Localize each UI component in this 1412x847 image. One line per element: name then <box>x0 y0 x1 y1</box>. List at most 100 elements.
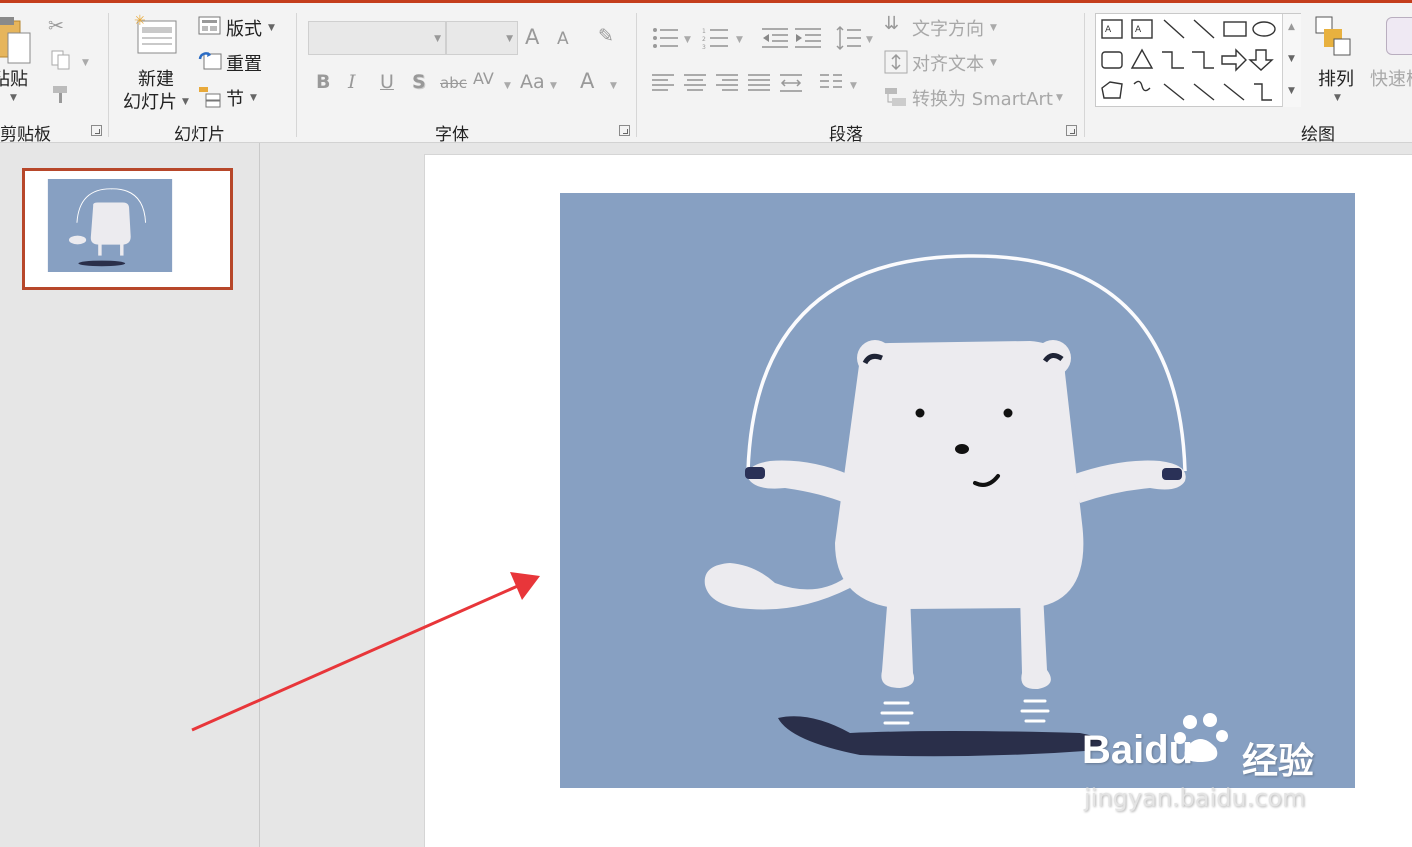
quick-styles-label: 快速样 <box>1370 69 1412 90</box>
svg-text:A: A <box>1135 25 1142 35</box>
quick-styles-icon <box>1386 17 1412 55</box>
text-shadow-icon[interactable]: S <box>412 71 426 93</box>
bullets-dropdown-icon[interactable]: ▼ <box>684 35 691 45</box>
paste-dropdown-icon[interactable]: ▼ <box>10 93 17 103</box>
arrange-button[interactable]: 排列 ▼ <box>1310 13 1362 109</box>
strikethrough-icon[interactable]: abc <box>440 74 467 92</box>
bold-icon[interactable]: B <box>316 71 330 93</box>
gallery-more-icon[interactable]: ▼ <box>1288 86 1295 96</box>
paste-icon <box>0 17 31 64</box>
align-center-icon[interactable] <box>684 73 708 93</box>
line-spacing-icon[interactable] <box>836 25 862 51</box>
svg-text:✳: ✳ <box>134 13 146 29</box>
underline-icon[interactable]: U <box>380 71 394 93</box>
character-spacing-dropdown-icon[interactable]: ▼ <box>504 81 511 91</box>
drawing-group-label: 绘图 <box>1301 125 1335 145</box>
distributed-icon[interactable] <box>780 73 804 95</box>
red-arrow-annotation <box>191 572 540 732</box>
baidu-watermark: Baidu 经验 jingyan.baidu.com <box>1082 700 1412 820</box>
character-spacing-icon[interactable]: AV <box>473 69 494 88</box>
copy-icon[interactable] <box>50 49 72 71</box>
svg-text:2: 2 <box>702 36 706 43</box>
numbering-icon[interactable]: 1 2 3 <box>702 27 730 49</box>
paste-button[interactable]: 粘贴 ▼ <box>0 13 40 105</box>
layout-icon <box>198 16 221 35</box>
increase-indent-icon[interactable] <box>795 27 821 49</box>
new-slide-dropdown-icon[interactable]: ▼ <box>182 97 189 107</box>
section-dropdown-icon: ▼ <box>250 93 257 103</box>
separator <box>1084 13 1085 137</box>
arrange-dropdown-icon: ▼ <box>1334 93 1341 103</box>
line-spacing-dropdown-icon[interactable]: ▼ <box>866 35 873 45</box>
quick-styles-button[interactable]: 快速样 <box>1366 13 1412 109</box>
shapes-gallery[interactable]: A A ▲ ▼ ▼ <box>1095 13 1301 107</box>
align-text-dropdown-icon: ▼ <box>990 58 997 68</box>
layout-label: 版式 <box>226 19 262 40</box>
reset-button[interactable]: 重置 <box>198 48 268 76</box>
clipboard-launcher-icon[interactable] <box>91 125 102 136</box>
columns-dropdown-icon[interactable]: ▼ <box>850 81 857 91</box>
columns-icon[interactable] <box>820 73 844 93</box>
paw-logo-icon <box>1174 713 1228 762</box>
reset-icon <box>198 52 222 70</box>
new-slide-button[interactable]: ✳ 新建 幻灯片 ▼ <box>118 11 194 113</box>
grow-font-icon[interactable]: A <box>525 25 539 49</box>
section-label: 节 <box>226 89 244 110</box>
align-right-icon[interactable] <box>716 73 740 93</box>
text-direction-icon: ⇊ <box>884 13 900 34</box>
layout-dropdown-icon: ▼ <box>268 23 275 33</box>
change-case-dropdown-icon[interactable]: ▼ <box>550 81 557 91</box>
cut-icon[interactable]: ✂ <box>48 15 64 37</box>
font-size-combo[interactable]: ▼ <box>446 21 518 55</box>
font-size-dropdown-icon[interactable]: ▼ <box>506 34 513 44</box>
align-left-icon[interactable] <box>652 73 676 93</box>
copy-dropdown-icon[interactable]: ▼ <box>82 58 89 68</box>
convert-smartart-dropdown-icon: ▼ <box>1056 93 1063 103</box>
paragraph-group-label: 段落 <box>829 125 863 145</box>
paragraph-launcher-icon[interactable] <box>1066 125 1077 136</box>
align-text-label: 对齐文本 <box>912 54 984 75</box>
gallery-up-icon[interactable]: ▲ <box>1288 22 1295 32</box>
text-direction-dropdown-icon: ▼ <box>990 23 997 33</box>
separator <box>636 13 637 137</box>
separator <box>296 13 297 137</box>
slide-thumbnail-1[interactable] <box>22 168 233 290</box>
svg-text:A: A <box>1105 25 1112 35</box>
italic-icon[interactable]: I <box>348 71 356 93</box>
font-name-dropdown-icon[interactable]: ▼ <box>434 34 441 44</box>
arrange-icon <box>1315 16 1351 56</box>
change-case-icon[interactable]: Aa <box>520 71 545 93</box>
convert-smartart-button[interactable]: 转换为 SmartArt ▼ <box>884 83 1068 111</box>
svg-text:1: 1 <box>702 28 706 35</box>
clear-formatting-icon[interactable]: ✎ <box>598 25 614 47</box>
font-launcher-icon[interactable] <box>619 125 630 136</box>
section-button[interactable]: 节 ▼ <box>198 83 268 111</box>
gallery-scroll[interactable]: ▲ ▼ ▼ <box>1282 14 1301 107</box>
layout-button[interactable]: 版式 ▼ <box>198 13 282 41</box>
bear-jump-rope-image[interactable] <box>560 193 1355 788</box>
shapes-gallery-icons: A A <box>1101 19 1276 101</box>
section-icon <box>199 87 221 108</box>
slides-group-label: 幻灯片 <box>174 125 225 145</box>
bullets-icon[interactable] <box>652 27 680 49</box>
font-name-combo[interactable]: ▼ <box>308 21 446 55</box>
gallery-down-icon[interactable]: ▼ <box>1288 54 1295 64</box>
powerpoint-window: 粘贴 ▼ ✂ ▼ 剪贴板 ✳ 新建 幻灯片 ▼ 版式 ▼ 重置 节 ▼ 幻灯片 … <box>0 0 1412 847</box>
watermark-brand-suffix: 经验 <box>1242 741 1315 782</box>
convert-smartart-label: 转换为 SmartArt <box>912 89 1053 110</box>
align-text-button[interactable]: 对齐文本 ▼ <box>884 48 1004 76</box>
font-group-label: 字体 <box>435 125 469 145</box>
separator <box>108 13 109 137</box>
decrease-indent-icon[interactable] <box>762 27 788 49</box>
text-direction-button[interactable]: ⇊ 文字方向 ▼ <box>884 13 1004 41</box>
font-color-dropdown-icon[interactable]: ▼ <box>610 81 617 91</box>
clipboard-group-label: 剪贴板 <box>0 125 51 145</box>
numbering-dropdown-icon[interactable]: ▼ <box>736 35 743 45</box>
justify-icon[interactable] <box>748 73 772 93</box>
svg-text:3: 3 <box>702 44 706 49</box>
shrink-font-icon[interactable]: A <box>557 29 569 49</box>
font-color-icon[interactable]: A <box>580 69 594 93</box>
paste-label: 粘贴 <box>0 69 28 90</box>
format-painter-icon[interactable] <box>50 83 72 105</box>
text-direction-label: 文字方向 <box>912 19 984 40</box>
